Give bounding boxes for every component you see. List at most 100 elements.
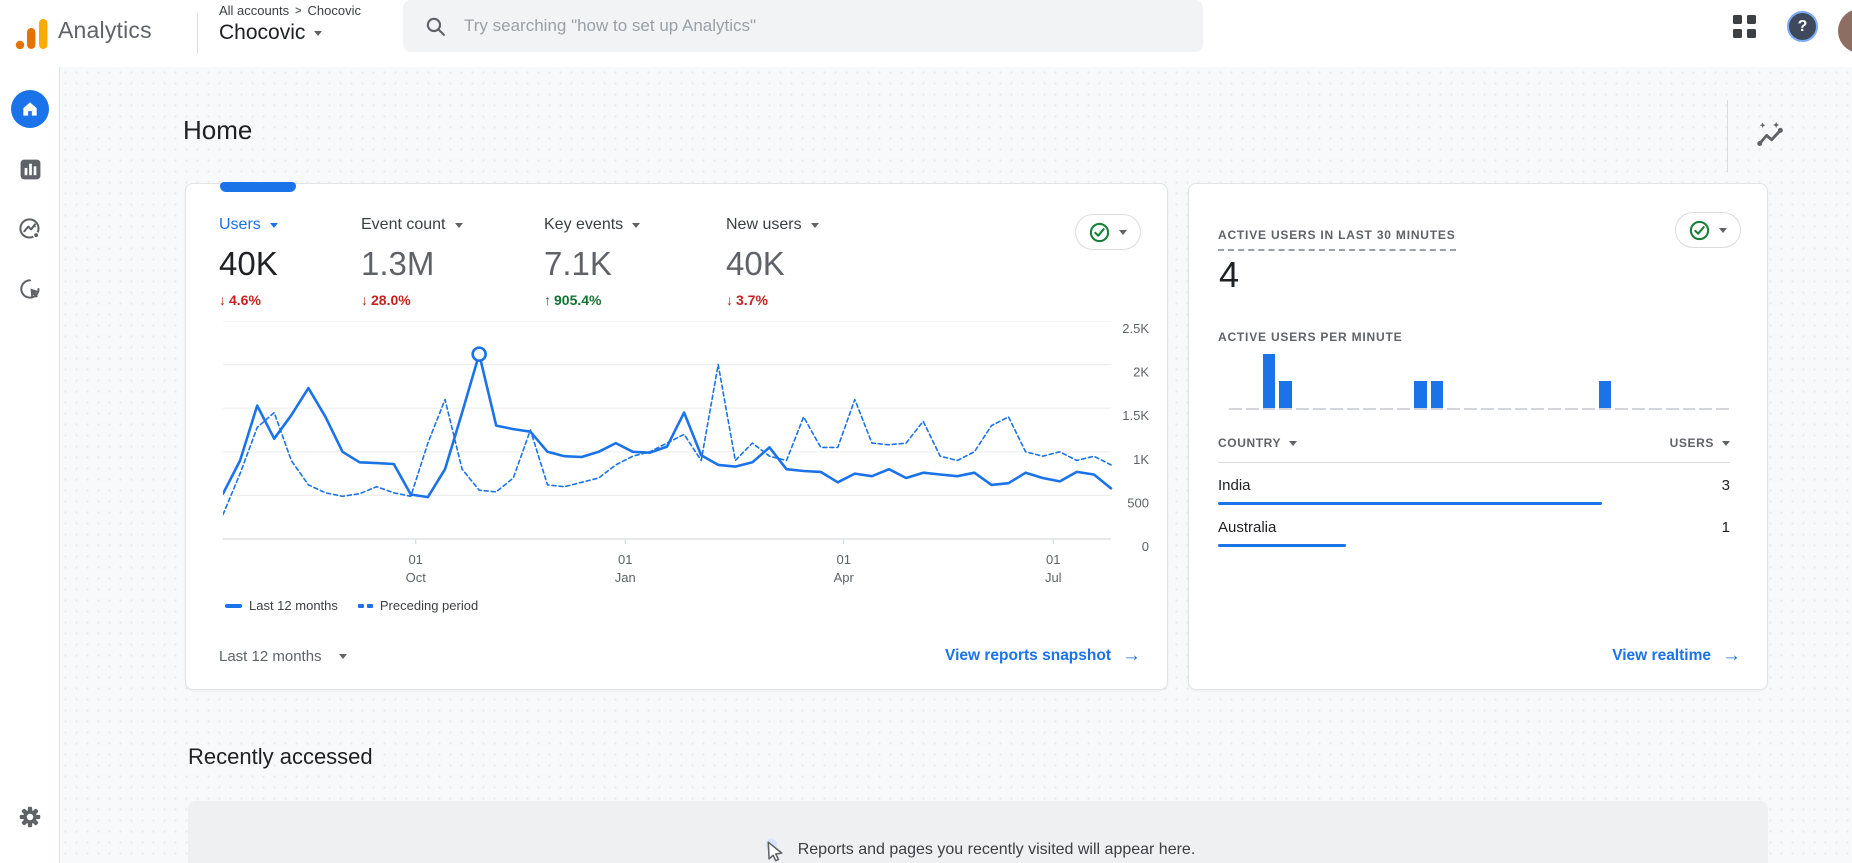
metric-value: 40K xyxy=(219,244,361,284)
minute-slot xyxy=(1347,352,1360,410)
chevron-down-icon xyxy=(632,223,640,228)
top-app-bar: Analytics All accounts > Chocovic Chocov… xyxy=(0,0,1852,67)
minute-slot xyxy=(1296,352,1309,410)
minute-slot xyxy=(1649,352,1662,410)
users-column-sort[interactable]: USERS xyxy=(1670,436,1730,450)
minute-slot xyxy=(1515,352,1528,410)
metric-selector[interactable]: Event count xyxy=(361,214,544,236)
chevron-down-icon xyxy=(1722,441,1730,446)
minute-bar xyxy=(1431,381,1444,408)
help-icon[interactable]: ? xyxy=(1787,11,1818,42)
realtime-country-table: COUNTRY USERS India 3 xyxy=(1218,436,1730,547)
country-name: Australia xyxy=(1218,518,1276,538)
active-users-per-minute-chart[interactable] xyxy=(1229,352,1729,410)
active-users-count: 4 xyxy=(1219,254,1239,296)
data-quality-dropdown[interactable] xyxy=(1075,214,1141,250)
minute-slot xyxy=(1565,352,1578,410)
users-value: 1 xyxy=(1722,518,1730,538)
sidebar-item-home[interactable] xyxy=(11,90,49,128)
metric-value: 1.3M xyxy=(361,244,544,284)
svg-text:01: 01 xyxy=(618,552,632,567)
trend-arrow-icon: ↓ xyxy=(361,292,368,308)
minute-slot xyxy=(1397,352,1410,410)
ga-home-page: Analytics All accounts > Chocovic Chocov… xyxy=(0,0,1852,863)
chevron-down-icon xyxy=(270,223,278,228)
check-circle-icon xyxy=(1089,222,1110,243)
overview-card: Users 40K ↓4.6% Event count 1.3M ↓28.0% xyxy=(185,183,1168,690)
breadcrumb[interactable]: All accounts > Chocovic xyxy=(219,3,361,18)
breadcrumb-current: Chocovic xyxy=(308,3,361,18)
breadcrumb-root: All accounts xyxy=(219,3,289,18)
sidebar-item-reports[interactable] xyxy=(11,150,49,188)
svg-text:2K: 2K xyxy=(1133,365,1149,380)
property-selector[interactable]: Chocovic xyxy=(219,21,322,45)
chevron-down-icon xyxy=(339,654,347,659)
analytics-logo-icon[interactable] xyxy=(12,14,52,54)
check-circle-icon xyxy=(1689,220,1710,241)
explore-icon xyxy=(18,217,42,241)
metric-new-users: New users 40K ↓3.7% xyxy=(726,214,886,308)
page-title: Home xyxy=(183,115,252,146)
country-column-sort[interactable]: COUNTRY xyxy=(1218,436,1297,450)
recently-accessed-panel: Reports and pages you recently visited w… xyxy=(188,801,1768,863)
minute-slot xyxy=(1582,352,1595,410)
minute-slot xyxy=(1313,352,1326,410)
chevron-down-icon xyxy=(455,223,463,228)
left-nav xyxy=(0,67,60,863)
minute-slot xyxy=(1632,352,1645,410)
minute-slot xyxy=(1531,352,1544,410)
search-input[interactable] xyxy=(464,16,1104,36)
arrow-right-icon: → xyxy=(1122,645,1141,667)
metric-delta: ↓28.0% xyxy=(361,292,544,308)
view-reports-snapshot-link[interactable]: View reports snapshot → xyxy=(945,645,1141,667)
minute-bar xyxy=(1263,354,1276,408)
metric-selector[interactable]: Key events xyxy=(544,214,726,236)
svg-text:2.5K: 2.5K xyxy=(1122,321,1149,336)
sidebar-item-admin[interactable] xyxy=(11,798,49,836)
trend-arrow-icon: ↑ xyxy=(544,292,551,308)
product-name: Analytics xyxy=(58,17,152,44)
view-realtime-link[interactable]: View realtime → xyxy=(1612,645,1741,667)
minute-slot xyxy=(1380,352,1393,410)
trend-arrow-icon: ↓ xyxy=(726,292,733,308)
search-bar[interactable] xyxy=(403,0,1203,52)
svg-text:Apr: Apr xyxy=(834,570,855,585)
minute-slot xyxy=(1683,352,1696,410)
metric-selector[interactable]: Users xyxy=(219,214,361,236)
cursor-click-icon xyxy=(761,837,788,863)
chevron-down-icon xyxy=(1289,441,1297,446)
data-quality-dropdown[interactable] xyxy=(1675,212,1741,248)
home-icon xyxy=(20,99,40,119)
svg-text:500: 500 xyxy=(1127,495,1149,510)
minute-slot xyxy=(1263,352,1276,410)
insights-button[interactable] xyxy=(1727,100,1786,172)
header-divider xyxy=(197,13,198,54)
minute-slot xyxy=(1330,352,1343,410)
sidebar-item-explore[interactable] xyxy=(11,210,49,248)
date-range-dropdown[interactable]: Last 12 months xyxy=(219,648,347,665)
gear-icon xyxy=(17,804,43,830)
minute-slot xyxy=(1699,352,1712,410)
breadcrumb-chevron-icon: > xyxy=(295,5,301,17)
svg-text:0: 0 xyxy=(1142,539,1149,554)
chart-legend: Last 12 months Preceding period xyxy=(225,598,478,613)
metric-delta: ↓4.6% xyxy=(219,292,361,308)
svg-text:1.5K: 1.5K xyxy=(1122,408,1149,423)
metric-value: 40K xyxy=(726,244,886,284)
active-tab-indicator xyxy=(220,182,296,192)
apps-grid-icon[interactable] xyxy=(1733,15,1756,38)
trend-arrow-icon: ↓ xyxy=(219,292,226,308)
metric-selector[interactable]: New users xyxy=(726,214,886,236)
minute-bar xyxy=(1414,381,1427,408)
realtime-card: ACTIVE USERS IN LAST 30 MINUTES 4 ACTIVE… xyxy=(1188,183,1768,690)
recently-accessed-title: Recently accessed xyxy=(188,744,373,770)
table-row: Australia 1 xyxy=(1218,518,1730,547)
svg-text:01: 01 xyxy=(1046,552,1060,567)
minute-slot xyxy=(1229,352,1242,410)
svg-text:Jul: Jul xyxy=(1045,570,1062,585)
chevron-down-icon xyxy=(1719,228,1727,233)
avatar[interactable] xyxy=(1838,9,1852,53)
property-name: Chocovic xyxy=(219,21,305,45)
users-trend-chart[interactable]: 05001K1.5K2K2.5K01Oct01Jan01Apr01Jul xyxy=(223,321,1151,597)
sidebar-item-advertising[interactable] xyxy=(11,270,49,308)
